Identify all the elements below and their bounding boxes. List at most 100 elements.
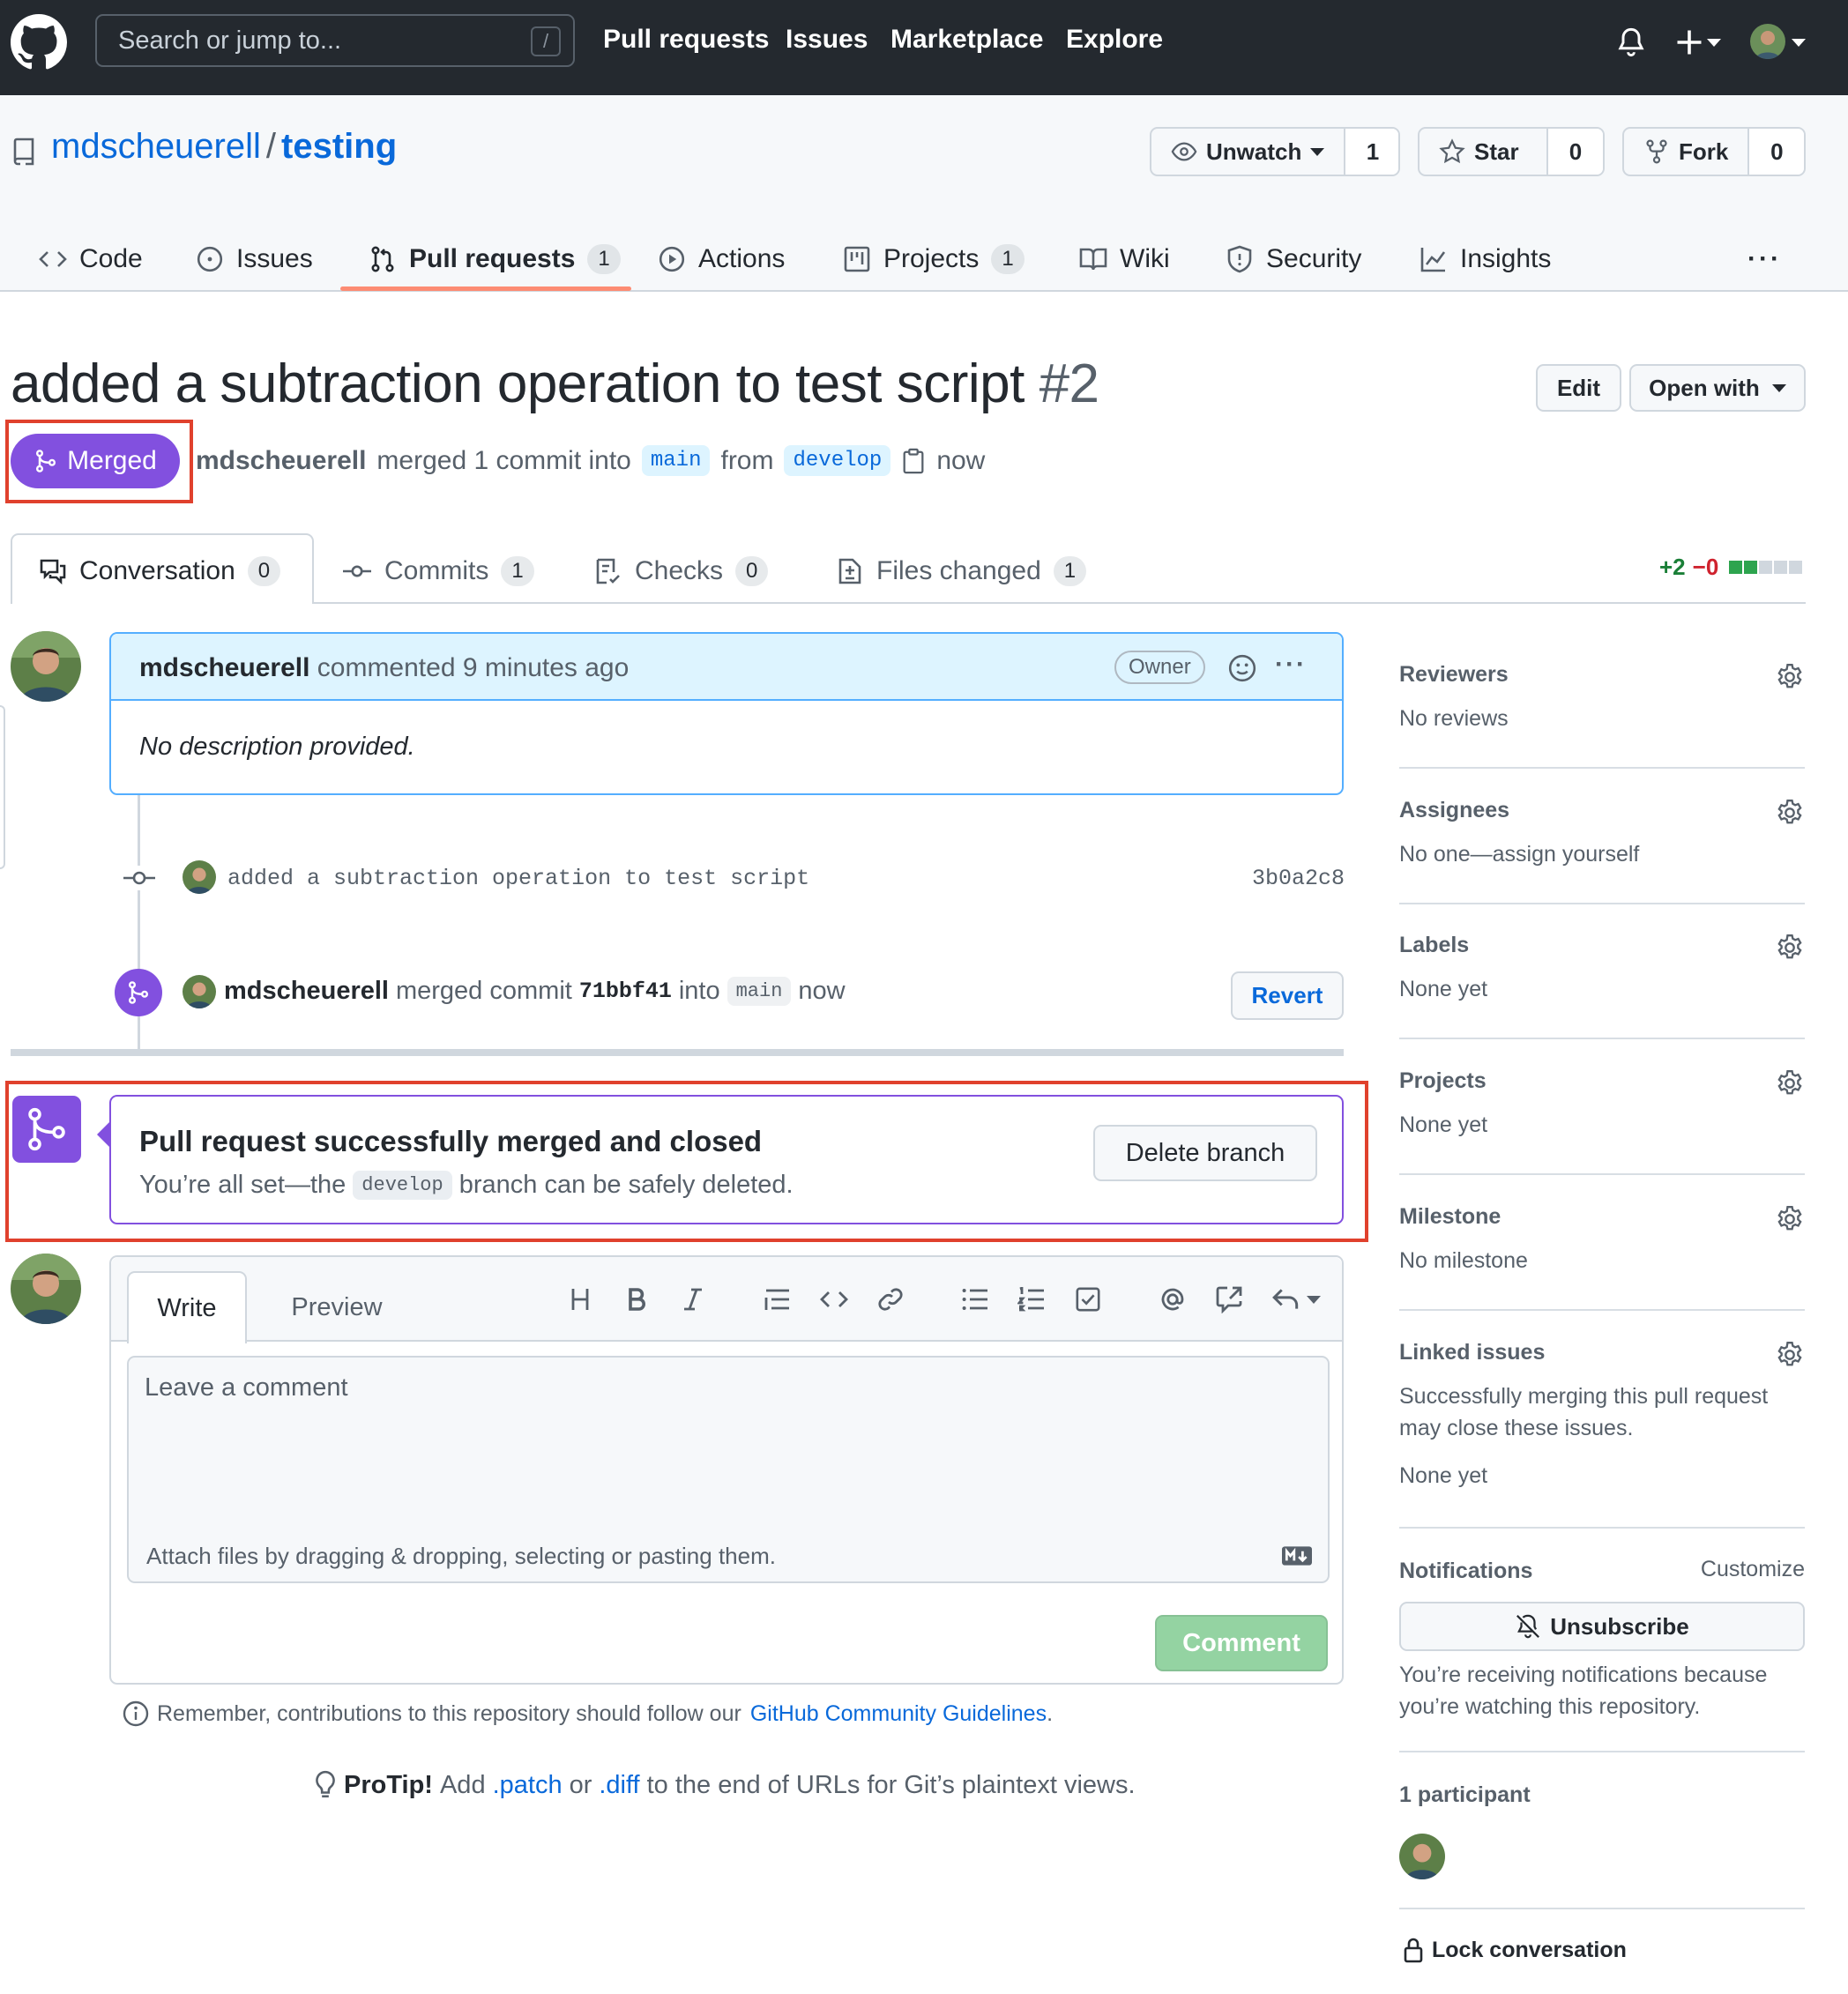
patch-link[interactable]: .patch [493, 1771, 563, 1800]
merged-panel-subtitle: You’re all set—the develop branch can be… [139, 1171, 794, 1200]
open-with-button[interactable]: Open with [1629, 364, 1806, 412]
chevron-down-icon[interactable] [1792, 39, 1806, 47]
merge-target-branch[interactable]: main [727, 977, 792, 1006]
gear-icon[interactable] [1775, 1068, 1805, 1098]
nav-issues[interactable]: Issues [786, 25, 868, 55]
protip: ProTip! Add .patch or .diff to the end o… [314, 1770, 1136, 1800]
comment-more-menu[interactable]: ··· [1275, 650, 1307, 680]
tab-wiki[interactable]: Wiki [1079, 227, 1170, 291]
edit-title-button[interactable]: Edit [1536, 364, 1621, 412]
unwatch-button[interactable]: Unwatch [1151, 129, 1344, 175]
chevron-down-icon[interactable] [1707, 39, 1721, 47]
fork-button[interactable]: Fork [1624, 129, 1747, 175]
repo-owner-link[interactable]: mdscheuerell [51, 127, 261, 166]
tab-files-changed[interactable]: Files changed 1 [836, 547, 1087, 596]
watch-count[interactable]: 1 [1344, 129, 1398, 175]
task-list-icon[interactable] [1072, 1283, 1104, 1315]
fork-count[interactable]: 0 [1747, 129, 1804, 175]
unsubscribe-button[interactable]: Unsubscribe [1399, 1602, 1805, 1651]
comment-author-link[interactable]: mdscheuerell [139, 653, 309, 682]
participant-avatar[interactable] [1399, 1834, 1445, 1879]
comment-author-avatar[interactable] [11, 631, 81, 702]
github-logo-icon[interactable] [11, 14, 67, 71]
labels-heading[interactable]: Labels [1399, 933, 1469, 958]
pull-request-icon [369, 245, 397, 273]
milestone-heading[interactable]: Milestone [1399, 1204, 1501, 1230]
linked-issues-heading[interactable]: Linked issues [1399, 1340, 1545, 1365]
heading-icon[interactable] [564, 1283, 596, 1315]
assignees-heading[interactable]: Assignees [1399, 798, 1509, 823]
link-icon[interactable] [875, 1283, 906, 1315]
current-user-avatar[interactable] [11, 1254, 81, 1324]
tab-security[interactable]: Security [1226, 227, 1361, 291]
comment-submit-button[interactable]: Comment [1155, 1615, 1328, 1671]
mention-icon[interactable] [1157, 1283, 1189, 1315]
commit-sha-link[interactable]: 3b0a2c8 [1252, 866, 1345, 891]
tab-preview[interactable]: Preview [266, 1271, 407, 1343]
git-merge-icon [12, 1096, 81, 1163]
commit-message-link[interactable]: added a subtraction operation to test sc… [227, 866, 809, 891]
tab-issues[interactable]: Issues [196, 227, 313, 291]
light-bulb-icon [314, 1770, 337, 1800]
star-button-group: Star 0 [1418, 127, 1605, 176]
tab-conversation[interactable]: Conversation 0 [39, 547, 281, 596]
user-avatar[interactable] [1750, 24, 1785, 59]
code-icon[interactable] [818, 1283, 850, 1315]
repo-name-link[interactable]: testing [281, 127, 397, 166]
attach-files-bar[interactable]: Attach files by dragging & dropping, sel… [127, 1529, 1330, 1583]
ordered-list-icon[interactable] [1016, 1283, 1047, 1315]
comment-textarea[interactable] [127, 1356, 1330, 1530]
diff-link[interactable]: .diff [599, 1771, 639, 1800]
star-count[interactable]: 0 [1546, 129, 1603, 175]
tab-insights[interactable]: Insights [1420, 227, 1551, 291]
commit-author-avatar[interactable] [183, 860, 216, 894]
bold-icon[interactable] [621, 1283, 652, 1315]
tab-actions[interactable]: Actions [658, 227, 785, 291]
pr-author-link[interactable]: mdscheuerell [196, 446, 366, 476]
tab-checks[interactable]: Checks 0 [594, 547, 769, 596]
cross-reference-icon[interactable] [1213, 1283, 1245, 1315]
merge-commit-sha-link[interactable]: 71bbf41 [579, 978, 672, 1004]
bell-icon[interactable] [1615, 26, 1647, 58]
nav-explore[interactable]: Explore [1066, 25, 1163, 55]
reviewers-heading[interactable]: Reviewers [1399, 662, 1509, 688]
gear-icon[interactable] [1775, 933, 1805, 963]
smiley-icon[interactable] [1227, 653, 1257, 683]
search-box[interactable]: / [95, 14, 575, 67]
tab-commits[interactable]: Commits 1 [342, 547, 534, 596]
markdown-icon[interactable] [1282, 1546, 1312, 1566]
star-button[interactable]: Star [1420, 129, 1546, 175]
assignees-value[interactable]: No one—assign yourself [1399, 838, 1639, 870]
merge-author-link[interactable]: mdscheuerell [224, 977, 389, 1006]
tab-code[interactable]: Code [39, 227, 143, 291]
projects-heading[interactable]: Projects [1399, 1068, 1487, 1094]
comment-timestamp[interactable]: commented 9 minutes ago [317, 653, 630, 682]
tab-projects[interactable]: Projects 1 [843, 227, 1025, 291]
base-branch-label[interactable]: main [641, 445, 711, 476]
create-new-icon[interactable] [1673, 26, 1705, 58]
nav-marketplace[interactable]: Marketplace [890, 25, 1043, 55]
quote-icon[interactable] [762, 1283, 794, 1315]
gear-icon[interactable] [1775, 1204, 1805, 1234]
merge-author-avatar[interactable] [183, 975, 216, 1008]
community-guidelines-link[interactable]: GitHub Community Guidelines [750, 1701, 1047, 1727]
gear-icon[interactable] [1775, 798, 1805, 828]
reply-icon[interactable] [1270, 1283, 1323, 1315]
italic-icon[interactable] [677, 1283, 709, 1315]
lock-conversation-link[interactable]: Lock conversation [1402, 1936, 1627, 1964]
delete-branch-button[interactable]: Delete branch [1093, 1125, 1317, 1181]
gear-icon[interactable] [1775, 1340, 1805, 1370]
head-branch-label[interactable]: develop [784, 445, 891, 476]
tab-write[interactable]: Write [127, 1271, 247, 1343]
copy-icon[interactable] [901, 448, 926, 474]
nav-pull-requests[interactable]: Pull requests [603, 25, 769, 55]
customize-link[interactable]: Customize [1701, 1553, 1805, 1585]
unordered-list-icon[interactable] [959, 1283, 991, 1315]
search-input[interactable] [118, 16, 506, 65]
repo-more-menu[interactable]: ··· [1747, 227, 1782, 291]
revert-button[interactable]: Revert [1231, 971, 1344, 1020]
gear-icon[interactable] [1775, 662, 1805, 692]
sidebar-assignees: Assignees No one—assign yourself [1399, 792, 1805, 904]
merge-event-time[interactable]: now [798, 977, 845, 1006]
tab-pull-requests[interactable]: Pull requests 1 [369, 227, 621, 291]
